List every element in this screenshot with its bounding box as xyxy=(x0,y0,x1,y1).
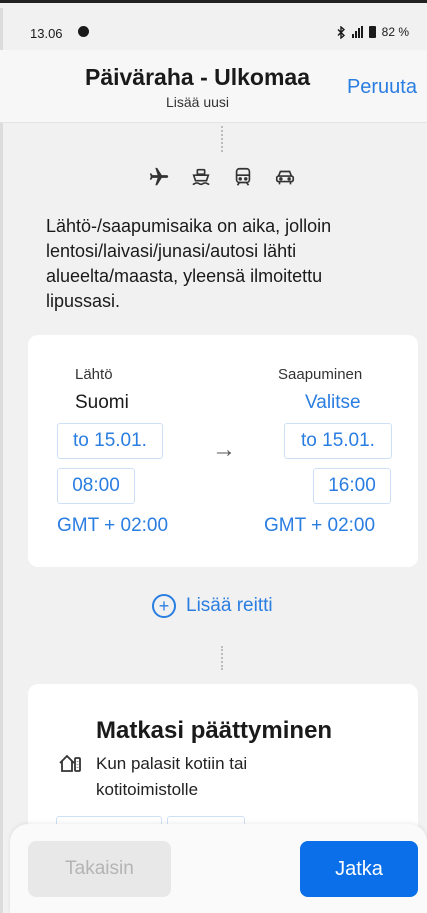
timeline-connector xyxy=(221,126,223,152)
info-text: Lähtö-/saapumisaika on aika, jolloin len… xyxy=(46,216,332,311)
status-time: 13.06 xyxy=(30,26,63,41)
page-subtitle: Lisää uusi xyxy=(165,94,230,110)
departure-label: Lähtö xyxy=(75,366,113,383)
header: Päiväraha - Ulkomaa Lisää uusi Peruuta xyxy=(0,50,427,123)
top-border xyxy=(0,0,427,3)
transport-icons xyxy=(146,164,298,190)
status-bar: 13.06 82 % xyxy=(0,14,427,46)
bluetooth-icon xyxy=(337,25,345,39)
timeline-connector-2 xyxy=(221,646,223,670)
plus-circle-icon: + xyxy=(152,594,176,618)
arrival-date-field[interactable]: to 15.01. xyxy=(284,423,392,459)
page-title: Päiväraha - Ulkomaa xyxy=(84,64,310,90)
departure-country: Suomi xyxy=(75,392,129,413)
arrow-right-icon: → xyxy=(212,436,236,463)
home-office-icon xyxy=(58,752,82,779)
back-button: Takaisin xyxy=(28,841,171,897)
add-route-button[interactable]: + Lisää reitti xyxy=(152,594,273,618)
departure-time-field[interactable]: 08:00 xyxy=(57,468,135,504)
arrival-timezone[interactable]: GMT + 02:00 xyxy=(264,515,375,537)
plane-icon xyxy=(146,164,172,190)
car-icon xyxy=(272,164,298,190)
arrival-label: Saapuminen xyxy=(278,366,363,383)
train-icon xyxy=(230,164,256,190)
left-edge xyxy=(0,8,3,913)
battery-icon xyxy=(368,26,376,38)
departure-timezone[interactable]: GMT + 02:00 xyxy=(57,515,168,537)
signal-icon xyxy=(351,26,363,38)
trip-end-description: Kun palasit kotiin tai kotitoimistolle xyxy=(96,754,248,799)
departure-date-field[interactable]: to 15.01. xyxy=(57,423,163,459)
status-right: 82 % xyxy=(337,25,409,39)
arrival-country-select[interactable]: Valitse xyxy=(305,392,361,414)
notification-icon xyxy=(78,26,89,37)
boat-icon xyxy=(188,164,214,190)
continue-button[interactable]: Jatka xyxy=(300,841,418,897)
add-route-label: Lisää reitti xyxy=(186,595,273,616)
arrival-time-field[interactable]: 16:00 xyxy=(313,468,391,504)
cancel-button[interactable]: Peruuta xyxy=(347,76,417,99)
battery-level: 82 % xyxy=(381,25,409,39)
trip-end-title: Matkasi päättyminen xyxy=(96,717,333,744)
